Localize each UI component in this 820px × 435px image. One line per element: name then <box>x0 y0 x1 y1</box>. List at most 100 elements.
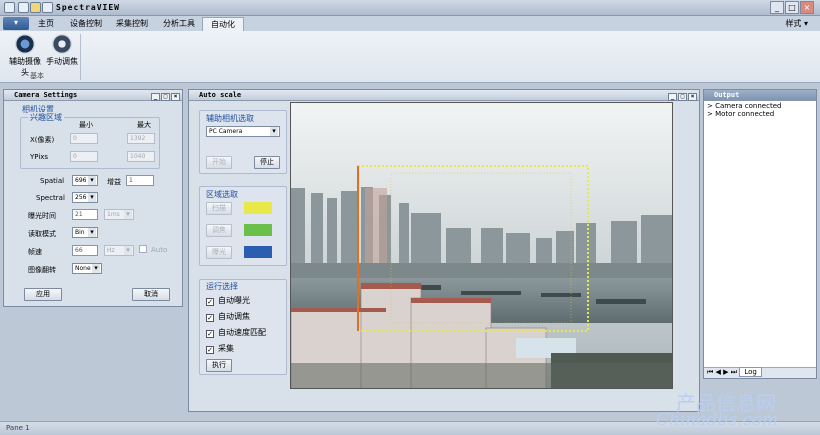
acquire-checkbox[interactable]: ✓ 采集 <box>206 343 234 354</box>
webcam-icon <box>15 34 35 54</box>
auto-focus-checkbox[interactable]: ✓ 自动调焦 <box>206 311 250 322</box>
focus-icon <box>52 34 72 54</box>
camera-select-section: 辅助相机选取 <box>206 114 254 123</box>
cancel-button[interactable]: 取消 <box>132 288 170 301</box>
manual-focus-button[interactable]: 手动调焦 <box>43 34 81 67</box>
auto-framerate-checkbox[interactable]: Auto <box>139 245 167 254</box>
output-line: > Motor connected <box>707 110 775 118</box>
stop-button[interactable]: 停止 <box>254 156 280 169</box>
spectral-select[interactable]: 256 <box>72 192 98 203</box>
tab-device-control[interactable]: 设备控制 <box>62 17 110 31</box>
output-titlebar: Output <box>704 90 816 101</box>
readmode-select[interactable]: Bin <box>72 227 98 238</box>
col-min-label: 最小 <box>79 121 93 129</box>
y-pixels-label: YPixs <box>30 153 49 161</box>
tab-automation[interactable]: 自动化 <box>202 17 244 31</box>
ribbon-tab-bar: ▾ 主页 设备控制 采集控制 分析工具 自动化 样式 ▾ <box>0 16 820 31</box>
auto-speed-match-label: 自动速度匹配 <box>218 328 266 337</box>
output-line-text: Camera connected <box>715 102 782 110</box>
gain-input[interactable]: 1 <box>126 175 154 186</box>
open-folder-icon[interactable] <box>30 2 41 13</box>
new-file-icon[interactable] <box>18 2 29 13</box>
exposure-unit-select[interactable]: 1ms <box>104 209 134 220</box>
tab-analysis-tools[interactable]: 分析工具 <box>155 17 203 31</box>
y-max-input[interactable]: 1040 <box>127 151 155 162</box>
save-icon[interactable] <box>42 2 53 13</box>
y-min-input[interactable]: 0 <box>70 151 98 162</box>
execute-button[interactable]: 执行 <box>206 359 232 372</box>
acquire-label: 采集 <box>218 344 234 353</box>
minimize-button[interactable]: _ <box>770 1 784 14</box>
region-focus-button[interactable]: 调焦 <box>206 224 232 237</box>
x-max-input[interactable]: 1392 <box>127 133 155 144</box>
tab-home[interactable]: 主页 <box>30 17 62 31</box>
panel-minimize-button[interactable]: _ <box>151 93 160 101</box>
manual-focus-label: 手动调焦 <box>46 57 78 66</box>
panel-maximize-button[interactable]: □ <box>678 93 687 101</box>
flip-label: 图像翻转 <box>28 266 56 274</box>
auto-exposure-checkbox[interactable]: ✓ 自动曝光 <box>206 295 250 306</box>
camera-settings-title: Camera Settings <box>14 91 78 99</box>
close-button[interactable]: × <box>800 1 814 14</box>
run-options-section: 运行选择 <box>206 282 238 291</box>
framerate-label: 帧速 <box>28 248 42 256</box>
tab-log[interactable]: Log <box>739 367 762 377</box>
framerate-unit-select[interactable]: Hz <box>104 245 134 256</box>
exposure-input[interactable]: 21 <box>72 209 98 220</box>
ribbon-separator <box>80 34 81 80</box>
spatial-select[interactable]: 696 <box>72 175 98 186</box>
region-scan-button[interactable]: 扫描 <box>206 202 232 215</box>
tab-acquisition-control[interactable]: 采集控制 <box>108 17 156 31</box>
gain-label: 增益 <box>107 178 121 186</box>
region-exposure-button[interactable]: 曝光 <box>206 246 232 259</box>
app-icon[interactable] <box>4 2 15 13</box>
app-title: SpectraVIEW <box>56 3 120 12</box>
readmode-label: 读取模式 <box>28 230 56 238</box>
ribbon-panel: 辅助摄像头 手动调焦 基本 <box>0 31 820 83</box>
output-tab-strip: ⏮ ◀ ▶ ⏭ Log <box>704 367 816 378</box>
nav-first-icon[interactable]: ⏮ <box>707 368 713 376</box>
spectral-label: Spectral <box>36 194 65 202</box>
panel-minimize-button[interactable]: _ <box>668 93 677 101</box>
col-max-label: 最大 <box>137 121 151 129</box>
panel-close-button[interactable]: × <box>171 93 180 101</box>
apply-button[interactable]: 应用 <box>24 288 62 301</box>
city-scene-image <box>291 103 672 388</box>
watermark-en: Chinadbs.com <box>656 410 779 430</box>
nav-last-icon[interactable]: ⏭ <box>731 368 737 376</box>
camera-preview[interactable] <box>290 102 673 389</box>
exposure-region-color-swatch <box>244 246 272 258</box>
style-menu[interactable]: 样式 ▾ <box>785 18 808 29</box>
x-pixels-label: X(像素) <box>30 136 55 144</box>
panel-close-button[interactable]: × <box>688 93 697 101</box>
nav-prev-icon[interactable]: ◀ <box>716 368 721 376</box>
framerate-input[interactable]: 66 <box>72 245 98 256</box>
start-button[interactable]: 开始 <box>206 156 232 169</box>
flip-select[interactable]: None <box>72 263 102 274</box>
roi-label: 兴趣区域 <box>28 112 64 123</box>
auto-framerate-label: Auto <box>151 246 168 254</box>
auto-scale-title: Auto scale <box>199 91 242 99</box>
style-menu-label: 样式 <box>785 19 802 28</box>
status-pane-label: Pane 1 <box>6 424 30 432</box>
region-select-section: 区域选取 <box>206 190 238 199</box>
application-menu-button[interactable]: ▾ <box>3 17 29 30</box>
x-min-input[interactable]: 0 <box>70 133 98 144</box>
maximize-button[interactable]: □ <box>785 1 799 14</box>
camera-select[interactable]: PC Camera <box>206 126 280 137</box>
auto-speed-match-checkbox[interactable]: ✓ 自动速度匹配 <box>206 327 266 338</box>
exposure-label: 曝光时间 <box>28 212 56 220</box>
output-line: > Camera connected <box>707 102 782 110</box>
nav-next-icon[interactable]: ▶ <box>723 368 728 376</box>
output-line-text: Motor connected <box>715 110 775 118</box>
focus-region-color-swatch <box>244 224 272 236</box>
spatial-label: Spatial <box>40 177 65 185</box>
camera-settings-panel: Camera Settings _ □ × 相机设置 兴趣区域 最小 最大 X(像素… <box>3 89 183 307</box>
output-panel: Output > Camera connected > Motor connec… <box>703 89 817 379</box>
auto-scale-titlebar: Auto scale _ □ × <box>189 90 699 101</box>
panel-maximize-button[interactable]: □ <box>161 93 170 101</box>
title-bar: SpectraVIEW _ □ × <box>0 0 820 16</box>
auto-exposure-label: 自动曝光 <box>218 296 250 305</box>
ribbon-group-label: 基本 <box>30 72 44 80</box>
camera-settings-titlebar: Camera Settings _ □ × <box>4 90 182 101</box>
